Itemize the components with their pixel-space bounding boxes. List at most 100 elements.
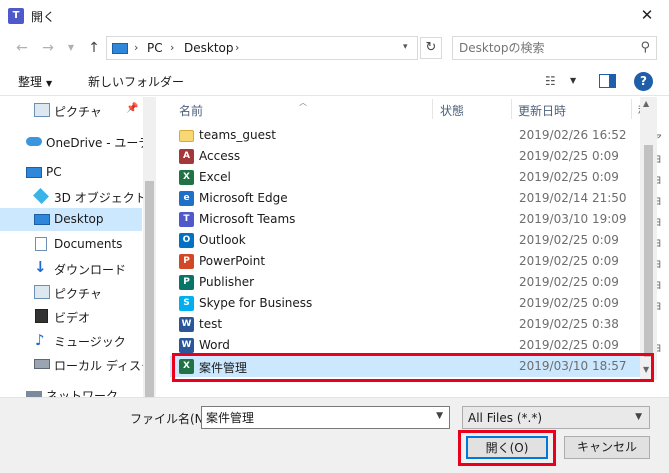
filename-input[interactable] bbox=[206, 408, 426, 427]
file-name: Outlook bbox=[199, 233, 246, 247]
nav-item-label: 3D オブジェクト bbox=[54, 191, 147, 205]
chevron-right-icon[interactable]: › bbox=[235, 41, 239, 54]
nav-item-label: Documents bbox=[54, 237, 123, 251]
file-modified-date: 2019/02/25 0:38 bbox=[519, 317, 619, 331]
file-modified-date: 2019/02/25 0:09 bbox=[519, 296, 619, 310]
file-name: Excel bbox=[199, 170, 231, 184]
filename-combobox[interactable]: ▼ bbox=[201, 406, 450, 429]
file-row[interactable]: Wtest2019/02/25 0:38M bbox=[170, 314, 655, 335]
pictures-icon bbox=[34, 103, 50, 117]
3d-objects-icon bbox=[33, 188, 49, 204]
file-modified-date: 2019/02/26 16:52 bbox=[519, 128, 627, 142]
outlook-icon: O bbox=[179, 233, 194, 248]
file-row[interactable]: PPublisher2019/02/25 0:09ショ bbox=[170, 272, 663, 293]
file-modified-date: 2019/02/25 0:09 bbox=[519, 254, 619, 268]
column-divider[interactable] bbox=[511, 99, 512, 119]
view-options-icon[interactable]: ☷ bbox=[545, 74, 556, 88]
preview-pane-icon[interactable] bbox=[599, 74, 616, 88]
file-row[interactable]: OOutlook2019/02/25 0:09ショ bbox=[170, 230, 663, 251]
nav-item-pictures-quick[interactable]: ピクチャ 📌 bbox=[0, 99, 142, 122]
address-dropdown-icon[interactable]: ▾ bbox=[403, 42, 408, 52]
edge-icon: e bbox=[179, 191, 194, 206]
file-scrollbar[interactable]: ▲ ▼ bbox=[640, 97, 657, 380]
nav-item-videos[interactable]: ビデオ bbox=[0, 305, 142, 328]
downloads-icon: ↓ bbox=[34, 258, 47, 276]
filetype-select[interactable]: All Files (*.*) ▼ bbox=[462, 406, 650, 429]
open-button-highlight bbox=[458, 430, 556, 466]
file-row[interactable]: eMicrosoft Edge2019/02/14 21:50ショ bbox=[170, 188, 663, 209]
nav-item-desktop[interactable]: Desktop bbox=[0, 208, 142, 231]
local-disk-icon bbox=[34, 359, 50, 369]
music-icon: ♪ bbox=[35, 331, 45, 349]
file-modified-date: 2019/02/25 0:09 bbox=[519, 149, 619, 163]
title-bar: T 開く ✕ bbox=[0, 0, 669, 32]
up-arrow-icon[interactable]: ↑ bbox=[84, 38, 104, 58]
pc-icon bbox=[26, 167, 42, 178]
pin-icon[interactable]: 📌 bbox=[126, 103, 138, 114]
breadcrumb-desktop[interactable]: Desktop bbox=[184, 41, 234, 55]
file-row[interactable]: SSkype for Business2019/02/25 0:09ショ bbox=[170, 293, 663, 314]
chevron-right-icon[interactable]: › bbox=[170, 41, 174, 54]
column-divider[interactable] bbox=[631, 99, 632, 119]
nav-item-label: PC bbox=[46, 165, 62, 179]
search-input[interactable] bbox=[459, 38, 629, 58]
nav-item-network[interactable]: ネットワーク bbox=[0, 383, 142, 397]
column-divider[interactable] bbox=[432, 99, 433, 119]
nav-item-documents[interactable]: Documents bbox=[0, 233, 142, 256]
search-box[interactable]: ⚲ bbox=[452, 36, 657, 60]
file-row[interactable]: AAccess2019/02/25 0:09ショ bbox=[170, 146, 663, 167]
new-folder-button[interactable]: 新しいフォルダー bbox=[88, 73, 184, 90]
documents-icon bbox=[35, 237, 47, 251]
file-row[interactable]: TMicrosoft Teams2019/03/10 19:09ショ bbox=[170, 209, 663, 230]
nav-item-music[interactable]: ♪ ミュージック bbox=[0, 329, 142, 352]
nav-item-label: ローカル ディスク (C bbox=[54, 359, 156, 373]
file-row[interactable]: PPowerPoint2019/02/25 0:09ショ bbox=[170, 251, 663, 272]
chevron-right-icon[interactable]: › bbox=[134, 41, 138, 54]
publisher-icon: P bbox=[179, 275, 194, 290]
breadcrumb-pc[interactable]: PC bbox=[147, 41, 163, 55]
column-header-modified[interactable]: 更新日時 bbox=[518, 102, 566, 119]
search-icon[interactable]: ⚲ bbox=[640, 40, 650, 55]
nav-item-label: ダウンロード bbox=[54, 263, 127, 277]
file-name: Word bbox=[199, 338, 230, 352]
column-header-name[interactable]: 名前 bbox=[179, 102, 203, 119]
teams-icon: T bbox=[179, 212, 194, 227]
refresh-icon[interactable]: ↻ bbox=[420, 37, 442, 59]
organize-button[interactable]: 整理 ▼ bbox=[18, 73, 52, 90]
help-icon[interactable]: ? bbox=[634, 72, 653, 91]
cancel-button[interactable]: キャンセル bbox=[564, 436, 650, 459]
file-modified-date: 2019/02/14 21:50 bbox=[519, 191, 627, 205]
recent-locations-chevron-icon[interactable]: ▼ bbox=[61, 38, 81, 58]
teams-icon: T bbox=[8, 8, 24, 24]
column-header-status[interactable]: 状態 bbox=[440, 102, 464, 119]
chevron-down-icon[interactable]: ▼ bbox=[436, 411, 443, 421]
address-bar[interactable]: › PC › Desktop › ▾ bbox=[106, 36, 418, 60]
file-list: ︿ 名前 状態 更新日時 種 teams_guest 2019/02/26 16:… bbox=[156, 97, 669, 397]
nav-item-local-disk[interactable]: ローカル ディスク (C bbox=[0, 353, 156, 376]
videos-icon bbox=[35, 309, 48, 323]
close-icon[interactable]: ✕ bbox=[625, 0, 669, 30]
nav-item-onedrive[interactable]: OneDrive - ユーティ bbox=[0, 130, 156, 153]
chevron-down-icon[interactable]: ▼ bbox=[570, 76, 576, 85]
file-name: Access bbox=[199, 149, 241, 163]
chevron-down-icon: ▼ bbox=[46, 79, 53, 88]
nav-scrollbar[interactable] bbox=[143, 97, 156, 397]
skype-icon: S bbox=[179, 296, 194, 311]
nav-item-3d-objects[interactable]: 3D オブジェクト bbox=[0, 185, 147, 208]
scrollbar-thumb[interactable] bbox=[145, 181, 154, 397]
scroll-up-icon[interactable]: ▲ bbox=[643, 99, 649, 108]
nav-item-pc[interactable]: PC bbox=[0, 161, 142, 184]
nav-item-label: OneDrive - ユーティ bbox=[46, 136, 156, 150]
file-row[interactable]: teams_guest2019/02/26 16:52ファ bbox=[170, 125, 663, 146]
file-name: PowerPoint bbox=[199, 254, 266, 268]
file-name: test bbox=[199, 317, 223, 331]
nav-item-pictures[interactable]: ピクチャ bbox=[0, 281, 142, 304]
nav-item-downloads[interactable]: ↓ ダウンロード bbox=[0, 257, 142, 280]
navigation-pane: ピクチャ 📌 OneDrive - ユーティ PC 3D オブジェクト Desk… bbox=[0, 97, 156, 397]
window-title: 開く bbox=[31, 10, 56, 24]
back-arrow-icon[interactable]: ← bbox=[12, 38, 32, 58]
file-row[interactable]: XExcel2019/02/25 0:09ショ bbox=[170, 167, 663, 188]
forward-arrow-icon[interactable]: → bbox=[38, 38, 58, 58]
scrollbar-thumb[interactable] bbox=[644, 145, 653, 357]
selected-file-highlight bbox=[172, 353, 654, 382]
